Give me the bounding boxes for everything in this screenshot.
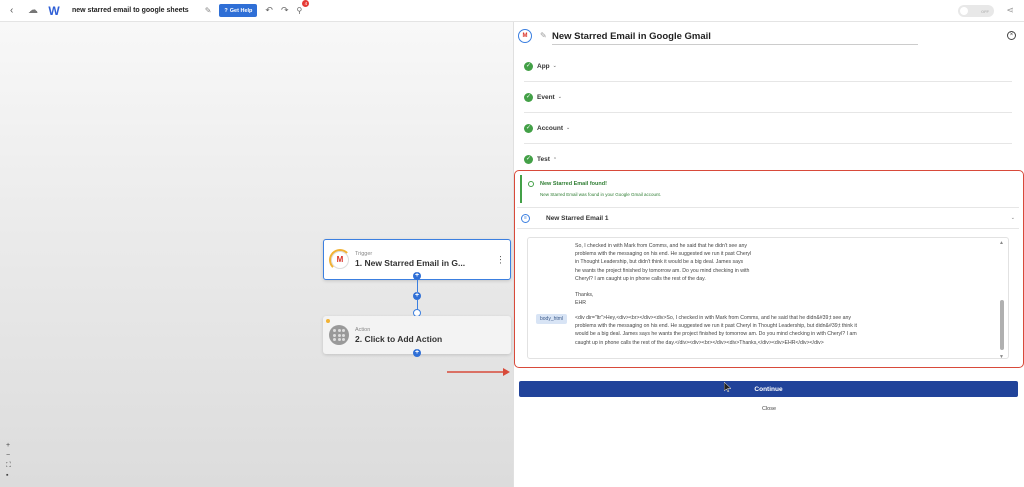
step-config-panel: M ✎ New Starred Email in Google Gmail × … — [513, 22, 1024, 487]
top-bar: ‹ ☁ W new starred email to google sheets… — [0, 0, 1024, 22]
step-label: Test — [537, 156, 550, 163]
add-step-bottom-button[interactable]: + — [413, 349, 421, 357]
record-icon: ≡ — [521, 213, 530, 223]
body-line: EHR — [575, 300, 586, 307]
found-subtitle: New Starred Email was found in your Goog… — [540, 192, 662, 197]
body-line: in Thought Leadership, but didn't think … — [575, 259, 744, 266]
body-line: he wants the project finished by tomorro… — [575, 267, 750, 274]
annotation-arrow-icon — [447, 368, 510, 376]
body-html-line: problems with the messaging on his end. … — [575, 323, 857, 330]
workflow-canvas[interactable]: M Trigger 1. New Starred Email in G... ⋮… — [0, 22, 513, 487]
connector-line — [417, 280, 418, 292]
scroll-up-icon[interactable]: ▲ — [999, 240, 1004, 246]
check-icon: ✓ — [524, 155, 533, 164]
body-html-line: would be a big deal. James says he wants… — [575, 331, 857, 338]
toggle-label: OFF — [981, 8, 989, 14]
close-panel-icon[interactable]: × — [1007, 31, 1016, 40]
step-account[interactable]: ✓ Account ⌄ — [524, 113, 1012, 144]
test-results-box: New Starred Email found! New Starred Ema… — [514, 170, 1024, 368]
gmail-icon: M — [329, 248, 351, 271]
edit-name-pencil-icon[interactable]: ✎ — [205, 6, 212, 15]
body-line: Cheryl? I am caught up in phone calls th… — [575, 275, 706, 282]
field-key-badge: body_html — [536, 314, 568, 324]
gmail-icon: M — [518, 29, 532, 43]
scroll-thumb[interactable] — [1000, 300, 1004, 350]
notifications-icon[interactable]: ⚲ 4 — [297, 0, 310, 15]
step-event[interactable]: ✓ Event ⌄ — [524, 82, 1012, 113]
action-title: 2. Click to Add Action — [355, 333, 443, 344]
trigger-more-icon[interactable]: ⋮ — [496, 254, 505, 265]
trigger-title: 1. New Starred Email in G... — [355, 258, 466, 268]
workflow-toggle[interactable]: OFF — [958, 5, 994, 17]
found-title: New Starred Email found! — [540, 181, 607, 187]
chevron-down-icon: ⌄ — [552, 63, 557, 69]
fit-view-icon[interactable]: ⛶ — [6, 462, 11, 470]
get-help-label: Get Help — [229, 7, 253, 14]
zoom-in-button[interactable]: + — [6, 442, 10, 449]
body-line — [575, 283, 955, 291]
help-icon: ? — [224, 7, 228, 14]
add-step-top-button[interactable]: + — [413, 272, 421, 280]
action-subtitle: Action — [355, 326, 371, 333]
body-line: problems with the messaging on his end. … — [575, 251, 752, 258]
body-html-line: <div dir="ltr">Hey,<div><br></div><div>S… — [575, 315, 851, 321]
body-line: So, I checked in with Mark from Comms, a… — [575, 243, 747, 249]
toggle-knob — [960, 7, 968, 15]
redo-icon[interactable]: ↷ — [281, 5, 289, 16]
action-grid-icon — [329, 325, 349, 345]
app-logo[interactable]: W — [46, 4, 62, 18]
body-html-line: caught up in phone calls the rest of the… — [575, 339, 824, 346]
record-data-viewer[interactable]: So, I checked in with Mark from Comms, a… — [527, 237, 1009, 359]
body-text: So, I checked in with Mark from Comms, a… — [575, 242, 955, 308]
test-success-message: New Starred Email found! New Starred Ema… — [520, 175, 1018, 203]
workflow-name[interactable]: new starred email to google sheets — [72, 7, 189, 14]
back-arrow-icon[interactable]: ‹ — [10, 5, 22, 16]
chevron-down-icon: ⌄ — [557, 94, 562, 100]
record-label: New Starred Email 1 — [546, 214, 609, 222]
panel-title[interactable]: New Starred Email in Google Gmail — [552, 31, 918, 45]
check-icon: ✓ — [524, 61, 533, 71]
step-label: Event — [537, 93, 555, 101]
chevron-down-icon: ⌄ — [1010, 215, 1015, 221]
notification-badge: 4 — [302, 0, 310, 7]
continue-button[interactable]: Continue — [519, 381, 1018, 397]
body-line: Thanks, — [575, 292, 594, 299]
trigger-subtitle: Trigger — [355, 251, 373, 257]
success-circle-icon — [528, 181, 534, 187]
step-label: Account — [537, 124, 563, 132]
add-step-middle-button[interactable]: + — [413, 292, 421, 300]
step-label: App — [537, 62, 550, 70]
step-app[interactable]: ✓ App ⌄ — [524, 51, 1012, 82]
mouse-cursor-icon — [724, 382, 731, 392]
body-html-text: <div dir="ltr">Hey,<div><br></div><div>S… — [575, 314, 955, 347]
scroll-down-icon[interactable]: ▼ — [999, 354, 1004, 358]
zoom-out-button[interactable]: − — [6, 452, 10, 459]
lock-icon[interactable]: ▪ — [6, 472, 8, 479]
scrollbar[interactable]: ▲ ▼ — [999, 240, 1005, 358]
warning-dot-icon — [326, 319, 330, 323]
undo-icon[interactable]: ↶ — [265, 5, 273, 16]
record-selector[interactable]: ≡ New Starred Email 1 ⌄ — [517, 207, 1019, 229]
check-icon: ✓ — [524, 92, 533, 102]
get-help-button[interactable]: ? Get Help — [219, 4, 258, 17]
edit-title-pencil-icon[interactable]: ✎ — [540, 31, 547, 40]
cloud-icon: ☁ — [28, 5, 38, 16]
share-icon[interactable]: ⋖ — [1006, 5, 1014, 16]
close-link[interactable]: Close — [514, 406, 1024, 412]
chevron-up-icon: ⌃ — [552, 156, 558, 163]
check-icon: ✓ — [524, 123, 533, 133]
chevron-down-icon: ⌄ — [566, 125, 571, 131]
